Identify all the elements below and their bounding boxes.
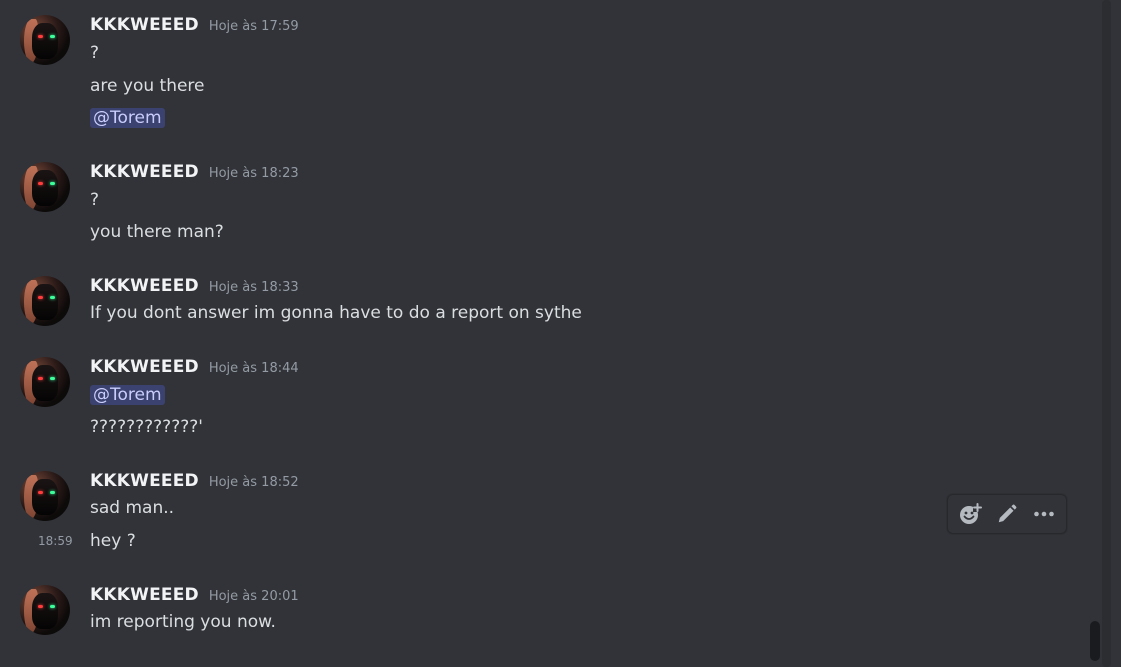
message-timestamp[interactable]: Hoje às 17:59 <box>209 19 299 34</box>
scrollbar-thumb[interactable] <box>1090 621 1100 661</box>
message-text: im reporting you now. <box>90 612 276 632</box>
message-timestamp[interactable]: Hoje às 18:44 <box>209 361 299 376</box>
more-options-icon <box>1033 511 1054 517</box>
message-text: ????????????' <box>90 417 203 437</box>
user-mention[interactable]: @Torem <box>90 108 165 128</box>
add-reaction-icon <box>960 503 983 524</box>
message-line: @Torem <box>90 107 165 129</box>
hover-timestamp[interactable]: 18:59 <box>38 530 73 552</box>
add-reaction-button[interactable] <box>954 498 986 530</box>
message-timestamp[interactable]: Hoje às 20:01 <box>209 589 299 604</box>
message-text: ? <box>90 43 100 63</box>
username[interactable]: KKKWEEED <box>90 162 199 182</box>
user-mention[interactable]: @Torem <box>90 385 165 405</box>
message-text: you there man? <box>90 222 224 242</box>
message-timestamp[interactable]: Hoje às 18:52 <box>209 475 299 490</box>
username[interactable]: KKKWEEED <box>90 15 199 35</box>
message-timestamp[interactable]: Hoje às 18:23 <box>209 166 299 181</box>
chat-messages-area: KKKWEEED Hoje às 17:59 ? are you there @… <box>0 0 1089 667</box>
edit-message-button[interactable] <box>991 498 1023 530</box>
username[interactable]: KKKWEEED <box>90 357 199 377</box>
message-timestamp[interactable]: Hoje às 18:33 <box>209 280 299 295</box>
avatar[interactable] <box>20 585 70 635</box>
message-text: ? <box>90 190 100 210</box>
avatar[interactable] <box>20 15 70 65</box>
username[interactable]: KKKWEEED <box>90 471 199 491</box>
message-text: If you dont answer im gonna have to do a… <box>90 303 582 323</box>
avatar[interactable] <box>20 276 70 326</box>
edit-pencil-icon <box>998 504 1017 523</box>
avatar[interactable] <box>20 357 70 407</box>
avatar[interactable] <box>20 162 70 212</box>
message-text: hey ? <box>90 531 136 551</box>
scrollbar-track[interactable] <box>1102 0 1111 667</box>
username[interactable]: KKKWEEED <box>90 585 199 605</box>
more-options-button[interactable] <box>1028 498 1060 530</box>
username[interactable]: KKKWEEED <box>90 276 199 296</box>
message-text: are you there <box>90 76 205 96</box>
message-text: sad man.. <box>90 498 175 518</box>
message-actions-toolbar <box>947 494 1067 534</box>
message-line: @Torem <box>90 384 165 406</box>
avatar[interactable] <box>20 471 70 521</box>
